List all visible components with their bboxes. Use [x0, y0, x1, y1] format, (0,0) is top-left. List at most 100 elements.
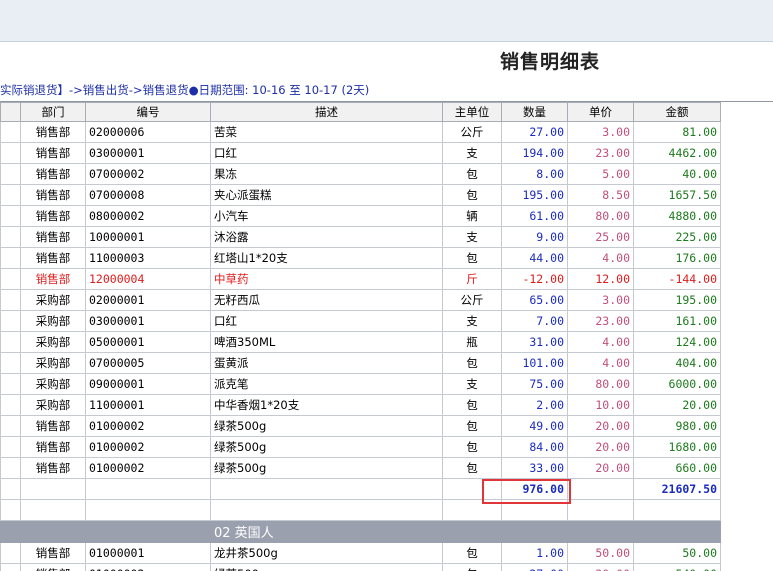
cell-amount: 1680.00	[634, 437, 721, 458]
cell-unit: 包	[443, 543, 502, 564]
cell-code: 09000001	[86, 374, 211, 395]
cell-dept: 销售部	[21, 543, 86, 564]
cell-amount: 660.00	[634, 458, 721, 479]
cell-dept: 采购部	[21, 395, 86, 416]
group-header-row[interactable]: 02 英国人	[1, 521, 721, 543]
empty-cell	[634, 500, 721, 521]
cell-price: 4.00	[568, 353, 634, 374]
cell-dept: 销售部	[21, 416, 86, 437]
total-amount: 21607.50	[634, 479, 721, 500]
cell-amount: 161.00	[634, 311, 721, 332]
table-row[interactable]: 销售部12000004中草药斤-12.0012.00-144.00	[1, 269, 721, 290]
cell-desc: 沐浴露	[211, 227, 443, 248]
cell-dept: 采购部	[21, 332, 86, 353]
cell-dept: 销售部	[21, 227, 86, 248]
table-row[interactable]: 采购部07000005蛋黄派包101.004.00404.00	[1, 353, 721, 374]
table-row[interactable]: 销售部02000006苦菜公斤27.003.0081.00	[1, 122, 721, 143]
header-code[interactable]: 编号	[86, 103, 211, 122]
cell-desc: 果冻	[211, 164, 443, 185]
table-row[interactable]: 销售部01000001龙井茶500g包1.0050.0050.00	[1, 543, 721, 564]
total-price	[568, 479, 634, 500]
cell-unit: 斤	[443, 269, 502, 290]
table-row[interactable]: 采购部09000001派克笔支75.0080.006000.00	[1, 374, 721, 395]
table-row[interactable]: 销售部01000002绿茶500g包49.0020.00980.00	[1, 416, 721, 437]
table-row[interactable]: 销售部01000002绿茶500g包33.0020.00660.00	[1, 458, 721, 479]
row-indicator	[1, 143, 21, 164]
table-row[interactable]: 采购部03000001口红支7.0023.00161.00	[1, 311, 721, 332]
header-row-indicator	[1, 103, 21, 122]
row-indicator	[1, 395, 21, 416]
cell-price: 25.00	[568, 227, 634, 248]
header-unit[interactable]: 主单位	[443, 103, 502, 122]
table-row[interactable]: 销售部08000002小汽车辆61.0080.004880.00	[1, 206, 721, 227]
cell-code: 08000002	[86, 206, 211, 227]
group-unit	[443, 521, 502, 543]
table-row[interactable]: 销售部07000002果冻包8.005.0040.00	[1, 164, 721, 185]
row-indicator	[1, 122, 21, 143]
cell-desc: 无籽西瓜	[211, 290, 443, 311]
table-row[interactable]: 采购部05000001啤酒350ML瓶31.004.00124.00	[1, 332, 721, 353]
group-indicator	[1, 521, 21, 543]
table-row[interactable]: 销售部03000001口红支194.0023.004462.00	[1, 143, 721, 164]
cell-desc: 中华香烟1*20支	[211, 395, 443, 416]
header-desc[interactable]: 描述	[211, 103, 443, 122]
date-from: 10-16	[252, 83, 285, 97]
cell-code: 03000001	[86, 143, 211, 164]
cell-unit: 辆	[443, 206, 502, 227]
cell-code: 11000003	[86, 248, 211, 269]
group-code	[86, 521, 211, 543]
row-indicator	[1, 185, 21, 206]
cell-dept: 采购部	[21, 311, 86, 332]
cell-dept: 销售部	[21, 458, 86, 479]
cell-unit: 公斤	[443, 122, 502, 143]
cell-qty: 49.00	[502, 416, 568, 437]
table-row[interactable]: 采购部02000001无籽西瓜公斤65.003.00195.00	[1, 290, 721, 311]
cell-amount: 404.00	[634, 353, 721, 374]
header-dept[interactable]: 部门	[21, 103, 86, 122]
cell-qty: 1.00	[502, 543, 568, 564]
table-header-row: 部门 编号 描述 主单位 数量 单价 金额	[1, 103, 721, 122]
cell-code: 02000006	[86, 122, 211, 143]
table-row[interactable]: 销售部11000003红塔山1*20支包44.004.00176.00	[1, 248, 721, 269]
table-row[interactable]: 销售部10000001沐浴露支9.0025.00225.00	[1, 227, 721, 248]
cell-amount: -144.00	[634, 269, 721, 290]
empty-cell	[502, 500, 568, 521]
empty-cell	[1, 500, 21, 521]
cell-qty: 2.00	[502, 395, 568, 416]
cell-qty: 44.00	[502, 248, 568, 269]
cell-code: 10000001	[86, 227, 211, 248]
table-row[interactable]: 销售部01000002绿茶500g包84.0020.001680.00	[1, 437, 721, 458]
cell-qty: 101.00	[502, 353, 568, 374]
cell-unit: 支	[443, 311, 502, 332]
header-price[interactable]: 单价	[568, 103, 634, 122]
cell-price: 23.00	[568, 143, 634, 164]
date-to: 10-17	[304, 83, 337, 97]
empty-row	[1, 500, 721, 521]
header-qty[interactable]: 数量	[502, 103, 568, 122]
cell-dept: 销售部	[21, 164, 86, 185]
sales-detail-grid[interactable]: 部门 编号 描述 主单位 数量 单价 金额 销售部02000006苦菜公斤27.…	[0, 101, 773, 571]
cell-amount: 1657.50	[634, 185, 721, 206]
cell-dept: 销售部	[21, 185, 86, 206]
cell-code: 07000008	[86, 185, 211, 206]
cell-amount: 20.00	[634, 395, 721, 416]
cell-price: 80.00	[568, 206, 634, 227]
cell-desc: 派克笔	[211, 374, 443, 395]
cell-unit: 支	[443, 143, 502, 164]
sales-table[interactable]: 部门 编号 描述 主单位 数量 单价 金额 销售部02000006苦菜公斤27.…	[0, 102, 721, 571]
table-row[interactable]: 采购部11000001中华香烟1*20支包2.0010.0020.00	[1, 395, 721, 416]
cell-desc: 小汽车	[211, 206, 443, 227]
cell-dept: 销售部	[21, 206, 86, 227]
cell-amount: 4462.00	[634, 143, 721, 164]
row-indicator	[1, 311, 21, 332]
cell-price: 10.00	[568, 395, 634, 416]
header-amount[interactable]: 金额	[634, 103, 721, 122]
filter-path[interactable]: 实际销退货】->销售出货->销售退货	[0, 83, 189, 97]
table-row[interactable]: 销售部07000008夹心派蛋糕包195.008.501657.50	[1, 185, 721, 206]
group-qty	[502, 521, 568, 543]
cell-unit: 包	[443, 353, 502, 374]
cell-qty: 7.00	[502, 311, 568, 332]
cell-code: 01000002	[86, 458, 211, 479]
cell-price: 3.00	[568, 122, 634, 143]
cell-qty: 31.00	[502, 332, 568, 353]
